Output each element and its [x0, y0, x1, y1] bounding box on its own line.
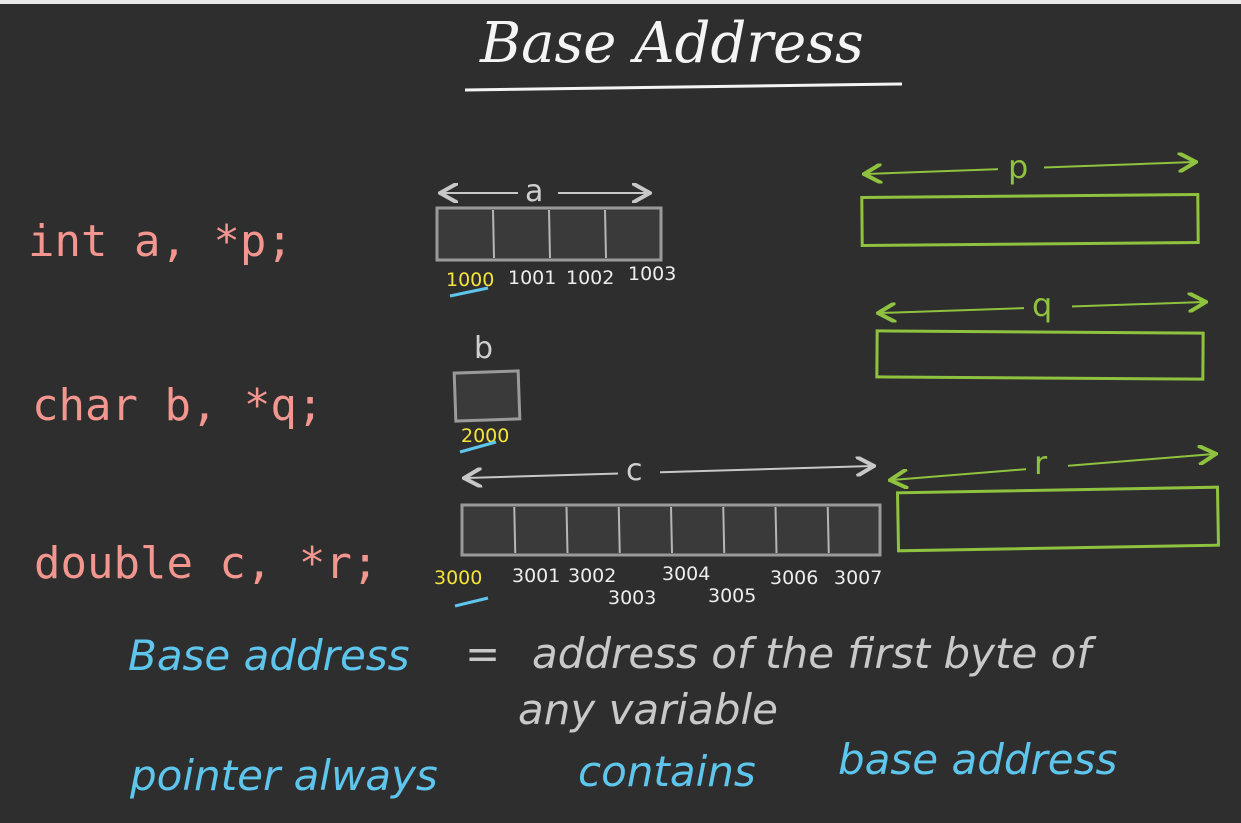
variable-c-base-underline: [454, 596, 489, 608]
pointer-q-label: q: [1032, 286, 1052, 324]
definition-equals: =: [465, 629, 500, 678]
pointer-p-memory: [860, 193, 1200, 247]
pointer-q-memory: [875, 329, 1205, 381]
variable-a-cell-divider: [548, 209, 551, 259]
variable-c-address: 3003: [608, 587, 656, 609]
variable-c-span-arrow: [466, 466, 872, 478]
statement-part2: contains: [578, 747, 756, 796]
definition-line2: any variable: [518, 685, 778, 734]
variable-c-cell-divider: [670, 506, 673, 554]
variable-c-cell-divider: [826, 506, 830, 554]
variable-b-diagram: b 2000: [452, 331, 522, 454]
variable-c-cell-divider: [722, 506, 726, 554]
variable-c-cell-divider: [617, 506, 621, 554]
variable-a-cell-divider: [604, 209, 607, 259]
statement-part1: pointer always: [129, 751, 438, 800]
pointer-r-label: r: [1034, 444, 1048, 482]
variable-c-address: 3007: [834, 567, 882, 589]
variable-a-label: a: [525, 174, 543, 209]
double-declaration: double c, *r;: [34, 538, 378, 589]
variable-a-address: 1003: [628, 263, 676, 285]
variable-b-label: b: [474, 331, 493, 366]
pointer-r-memory: [895, 485, 1221, 553]
int-declaration: int a, *p;: [28, 216, 293, 267]
pointer-p-label: p: [1008, 148, 1028, 186]
variable-c-address: 3001: [512, 565, 560, 587]
variable-c-cell-divider: [513, 506, 517, 554]
variable-c-address: 3002: [568, 565, 616, 587]
variable-c-address: 3004: [662, 563, 710, 585]
variable-c-address: 3006: [770, 567, 818, 589]
title-underline: [464, 82, 903, 92]
variable-a-address: 1001: [508, 267, 556, 289]
variable-a-address: 1002: [566, 267, 614, 289]
pointer-p-diagram: p: [860, 148, 1200, 247]
variable-c-cell-divider: [774, 506, 778, 554]
page-title: Base Address: [479, 11, 864, 76]
pointer-q-diagram: q: [875, 286, 1205, 381]
char-declaration: char b, *q;: [32, 380, 323, 431]
definition-term: Base address: [128, 631, 410, 680]
variable-a-cell-divider: [492, 209, 495, 259]
variable-a-diagram: a 1000 1001 1002 1003: [435, 174, 676, 298]
pointer-r-diagram: r: [892, 444, 1221, 553]
variable-c-cell-divider: [565, 506, 569, 554]
variable-b-memory: [452, 369, 522, 423]
variable-c-address: 3005: [708, 585, 756, 607]
variable-c-address: 3000: [434, 567, 482, 589]
variable-c-diagram: c 3000 3001 30023003300430053006 3007: [434, 452, 882, 609]
definition-line1: address of the first byte of: [532, 629, 1097, 678]
whiteboard-canvas: Base Address int a, *p; char b, *q; doub…: [28, 11, 1221, 800]
variable-c-label: c: [626, 453, 643, 488]
statement-part3: base address: [838, 735, 1117, 784]
